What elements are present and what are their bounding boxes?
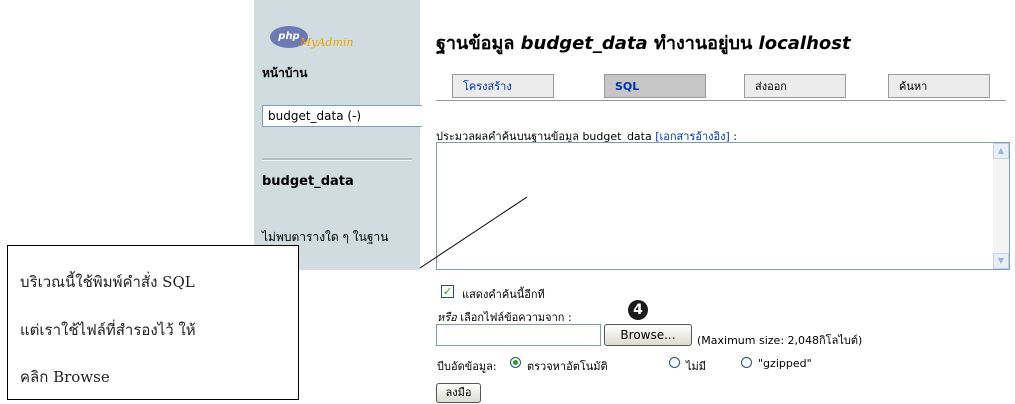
sidebar-divider	[262, 158, 412, 161]
file-path-input[interactable]	[436, 324, 601, 346]
scroll-up-icon[interactable]: ▲	[993, 143, 1009, 159]
radio-gzipped[interactable]	[741, 357, 752, 368]
tab-sql[interactable]: SQL	[604, 74, 706, 98]
radio-auto-detect-label: ตรวจหาอัตโนมัติ	[527, 360, 608, 373]
compression-label: บีบอัดข้อมูล:	[437, 360, 497, 373]
database-select[interactable]: budget_data (-)	[262, 105, 422, 127]
callout-line-1: บริเวณนี้ใช้พิมพ์คำสั่ง SQL	[20, 273, 195, 291]
title-db-name: budget_data	[520, 33, 648, 54]
radio-none[interactable]	[669, 357, 680, 368]
tab-export[interactable]: ส่งออก	[744, 74, 846, 98]
or-label: หรือ	[437, 311, 457, 324]
textarea-scrollbar[interactable]: ▲ ▼	[993, 143, 1009, 269]
myadmin-logo-text: MyAdmin	[300, 36, 354, 49]
page-title: ฐานข้อมูล budget_data ทำงานอยู่บน localh…	[436, 28, 851, 57]
scroll-down-icon[interactable]: ▼	[993, 253, 1009, 269]
home-link[interactable]: หน้าบ้าน	[262, 64, 307, 83]
title-middle: ทำงานอยู่บน	[654, 33, 753, 54]
sidebar-database-name[interactable]: budget_data	[262, 174, 354, 189]
radio-auto-detect[interactable]	[510, 357, 521, 368]
step-number-badge: 4	[628, 300, 648, 320]
left-frame: php MyAdmin หน้าบ้าน budget_data (-) bud…	[254, 0, 422, 270]
show-query-again-label: แสดงคำค้นนี้อีกที	[462, 288, 545, 301]
tab-search[interactable]: ค้นหา	[888, 74, 990, 98]
tab-underline	[436, 100, 1006, 101]
title-prefix: ฐานข้อมูล	[436, 33, 515, 54]
sql-query-textarea[interactable]: ▲ ▼	[436, 142, 1010, 270]
callout-line-3: คลิก Browse	[20, 368, 110, 386]
tab-bar: โครงสร้าง SQL ส่งออก ค้นหา	[452, 74, 990, 100]
file-label-text: เลือกไฟล์ข้อความจาก :	[460, 311, 572, 324]
tab-structure[interactable]: โครงสร้าง	[452, 74, 554, 98]
browse-button[interactable]: Browse...	[604, 324, 692, 346]
phpmyadmin-logo[interactable]: php MyAdmin	[270, 26, 380, 52]
go-button[interactable]: ลงมือ	[436, 383, 481, 403]
show-query-again-checkbox[interactable]: ✓	[441, 285, 454, 298]
max-size-text: (Maximum size: 2,048กิโลไบต์)	[697, 334, 863, 347]
callout-line-2: แต่เราใช้ไฟล์ที่สำรองไว้ ให้	[20, 321, 196, 339]
title-host: localhost	[758, 33, 851, 54]
radio-none-label: ไม่มี	[686, 360, 707, 373]
annotation-callout: บริเวณนี้ใช้พิมพ์คำสั่ง SQL แต่เราใช้ไฟล…	[7, 245, 299, 400]
radio-gzipped-label: "gzipped"	[758, 357, 812, 370]
